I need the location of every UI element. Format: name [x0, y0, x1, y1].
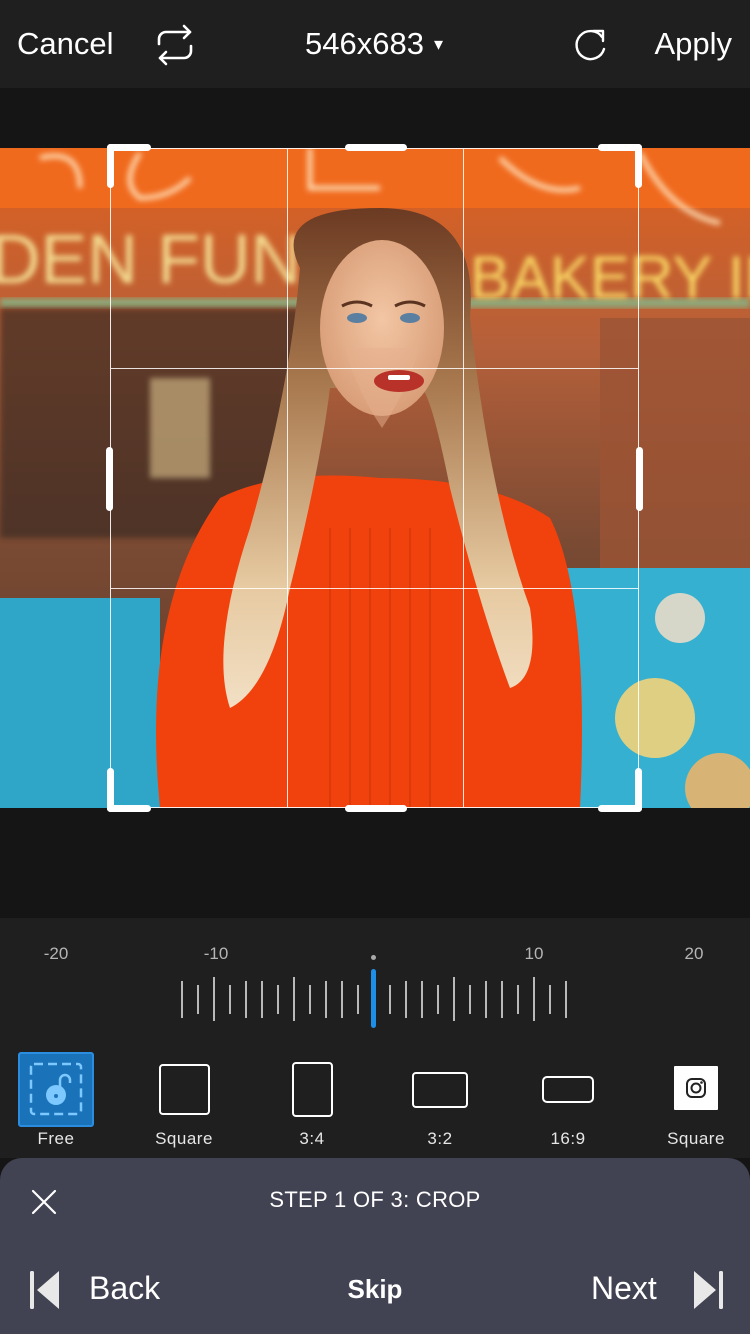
ruler-tick: [213, 977, 215, 1021]
cancel-button[interactable]: Cancel: [17, 24, 114, 64]
ruler-tick: [181, 981, 183, 1018]
ruler-tick: [309, 985, 311, 1014]
ruler-tick: [341, 981, 343, 1018]
widescreen-16-9-icon: [542, 1076, 594, 1103]
next-button[interactable]: Next: [591, 1270, 657, 1307]
aspect-label: 16:9: [550, 1129, 586, 1148]
aspect-option-free[interactable]: [18, 1052, 94, 1127]
instagram-square-box: [674, 1066, 718, 1110]
flip-arrows-icon[interactable]: [152, 22, 198, 68]
ruler-tick: [293, 977, 295, 1021]
ruler-tick: [485, 981, 487, 1018]
next-skip-icon[interactable]: [690, 1270, 724, 1310]
top-toolbar: Cancel 546x683 ▾ Apply: [0, 0, 750, 88]
grid-line: [287, 149, 288, 807]
ruler-tick: [245, 981, 247, 1018]
crop-handle-bottom[interactable]: [345, 805, 407, 812]
portrait-3-4-icon: [292, 1062, 333, 1117]
ruler-label: 20: [684, 944, 704, 963]
tutorial-step-title: STEP 1 OF 3: CROP: [269, 1187, 481, 1212]
crop-handle-top-left[interactable]: [107, 144, 114, 188]
ruler-tick: [197, 985, 199, 1014]
aspect-label: 3:4: [299, 1129, 325, 1148]
ruler-tick: [389, 985, 391, 1014]
dimensions-dropdown[interactable]: 546x683 ▾: [305, 24, 443, 64]
ruler-tick: [501, 981, 503, 1018]
ruler-tick: [453, 977, 455, 1021]
straighten-panel: -20 -10 10 20 Free Square 3:4 3:2 16:9 S…: [0, 918, 750, 1158]
square-icon: [159, 1064, 210, 1115]
ruler-label: -20: [43, 944, 69, 963]
apply-button[interactable]: Apply: [654, 24, 732, 64]
crop-canvas: DEN FUNG BAKERY INC: [0, 88, 750, 918]
skip-button[interactable]: [330, 1268, 420, 1312]
ruler-tick: [565, 981, 567, 1018]
instagram-icon: [686, 1078, 706, 1098]
ruler-zero-marker: [371, 955, 376, 960]
grid-line: [111, 588, 638, 589]
landscape-3-2-icon: [412, 1072, 468, 1108]
crop-handle-left[interactable]: [106, 447, 113, 511]
ruler-tick: [549, 985, 551, 1014]
crop-handle-top[interactable]: [345, 144, 407, 151]
ruler-needle[interactable]: [371, 969, 376, 1028]
aspect-label: Square: [667, 1129, 725, 1148]
ruler-tick: [437, 985, 439, 1014]
dimensions-value: 546x683: [305, 26, 424, 61]
crop-handle-bottom-right[interactable]: [635, 768, 642, 812]
ruler-label: 10: [524, 944, 544, 963]
aspect-label: 3:2: [427, 1129, 453, 1148]
ruler-tick: [261, 981, 263, 1018]
grid-line: [111, 368, 638, 369]
ruler-tick: [277, 985, 279, 1014]
grid-line: [463, 149, 464, 807]
ruler-tick: [421, 981, 423, 1018]
ruler-tick: [357, 985, 359, 1014]
ruler-tick: [517, 985, 519, 1014]
aspect-label: Square: [155, 1129, 213, 1148]
tutorial-sheet: STEP 1 OF 3: CROP Back Skip Next: [0, 1158, 750, 1334]
ruler-tick: [469, 985, 471, 1014]
ruler-tick: [533, 977, 535, 1021]
crop-handle-top-right[interactable]: [635, 144, 642, 188]
crop-handle-right[interactable]: [636, 447, 643, 511]
back-skip-icon[interactable]: [29, 1270, 63, 1310]
back-button[interactable]: Back: [89, 1270, 160, 1307]
ruler-tick: [229, 985, 231, 1014]
ruler-label: -10: [203, 944, 229, 963]
crop-frame[interactable]: [106, 144, 643, 812]
crop-handle-bottom-left[interactable]: [107, 768, 114, 812]
caret-down-icon: ▾: [433, 34, 443, 54]
ruler-tick: [325, 981, 327, 1018]
rotate-clockwise-icon[interactable]: [567, 22, 613, 68]
ruler-tick: [405, 981, 407, 1018]
aspect-label: Free: [37, 1129, 75, 1148]
unlocked-free-crop-icon: [29, 1062, 83, 1116]
